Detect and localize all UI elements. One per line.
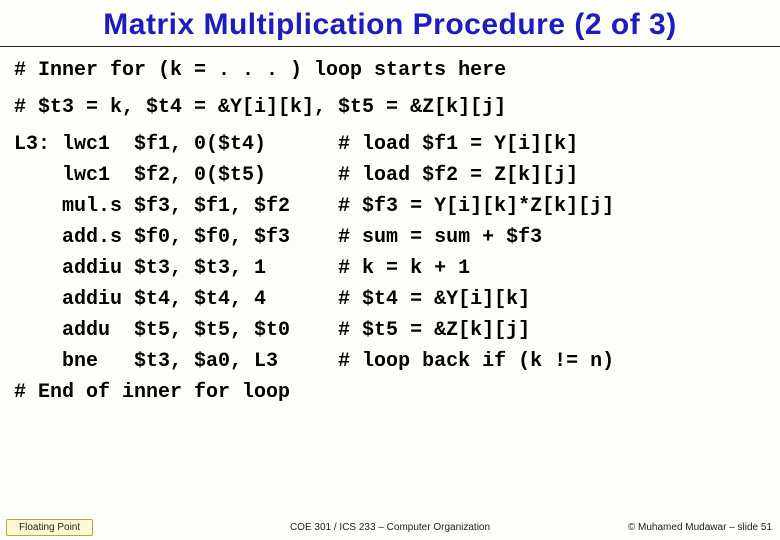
code-line: lwc1 $f2, 0($t5) # load $f2 = Z[k][j]	[14, 160, 766, 191]
slide-title: Matrix Multiplication Procedure (2 of 3)	[0, 0, 780, 47]
code-line: bne $t3, $a0, L3 # loop back if (k != n)	[14, 346, 766, 377]
comment-line: # $t3 = k, $t4 = &Y[i][k], $t5 = &Z[k][j…	[14, 92, 766, 123]
comment-line: # Inner for (k = . . . ) loop starts her…	[14, 55, 766, 86]
code-line: addu $t5, $t5, $t0 # $t5 = &Z[k][j]	[14, 315, 766, 346]
footer-right: © Muhamed Mudawar – slide 51	[628, 522, 772, 533]
code-line: addiu $t3, $t3, 1 # k = k + 1	[14, 253, 766, 284]
code-line: L3: lwc1 $f1, 0($t4) # load $f1 = Y[i][k…	[14, 129, 766, 160]
slide-footer: Floating Point COE 301 / ICS 233 – Compu…	[0, 514, 780, 540]
comment-line: # End of inner for loop	[14, 377, 766, 408]
footer-center: COE 301 / ICS 233 – Computer Organizatio…	[290, 522, 490, 533]
slide-body: # Inner for (k = . . . ) loop starts her…	[0, 47, 780, 408]
footer-left: Floating Point	[6, 519, 93, 536]
code-line: mul.s $f3, $f1, $f2 # $f3 = Y[i][k]*Z[k]…	[14, 191, 766, 222]
code-line: addiu $t4, $t4, 4 # $t4 = &Y[i][k]	[14, 284, 766, 315]
code-line: add.s $f0, $f0, $f3 # sum = sum + $f3	[14, 222, 766, 253]
